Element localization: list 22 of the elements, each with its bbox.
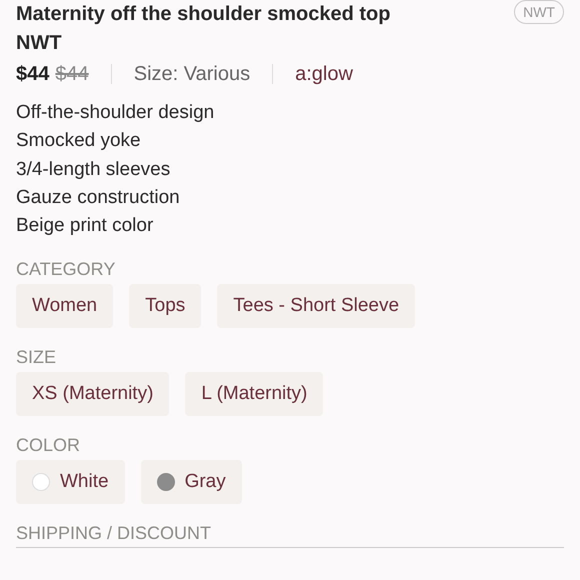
section-heading: SIZE: [16, 346, 58, 368]
description-line: 3/4-length sleeves: [16, 158, 172, 182]
size-label: Size: Various: [134, 62, 250, 86]
tag[interactable]: XS (Maternity): [16, 372, 170, 416]
color-tag[interactable]: Gray: [140, 460, 242, 504]
condition-badge: NWT: [514, 0, 564, 24]
description-line: Off-the-shoulder design: [16, 101, 216, 125]
tag[interactable]: Tees - Short Sleeve: [217, 284, 416, 328]
original-price: $44: [55, 62, 89, 86]
tag[interactable]: L (Maternity): [185, 372, 324, 416]
color-tag[interactable]: White: [16, 460, 125, 504]
description-line: Beige print color: [16, 214, 154, 238]
price: $44: [16, 62, 50, 86]
listing-title: Maternity off the shoulder smocked top NWT: [16, 2, 392, 56]
description-line: Gauze construction: [16, 186, 181, 210]
section-heading: COLOR: [16, 434, 82, 456]
brand-link[interactable]: a:glow: [295, 62, 353, 86]
tag[interactable]: Women: [16, 284, 114, 328]
tag[interactable]: Tops: [129, 284, 202, 328]
section-heading: SHIPPING / DISCOUNT: [16, 522, 212, 544]
description-line: Smocked yoke: [16, 129, 142, 154]
section-heading: CATEGORY: [16, 258, 116, 280]
